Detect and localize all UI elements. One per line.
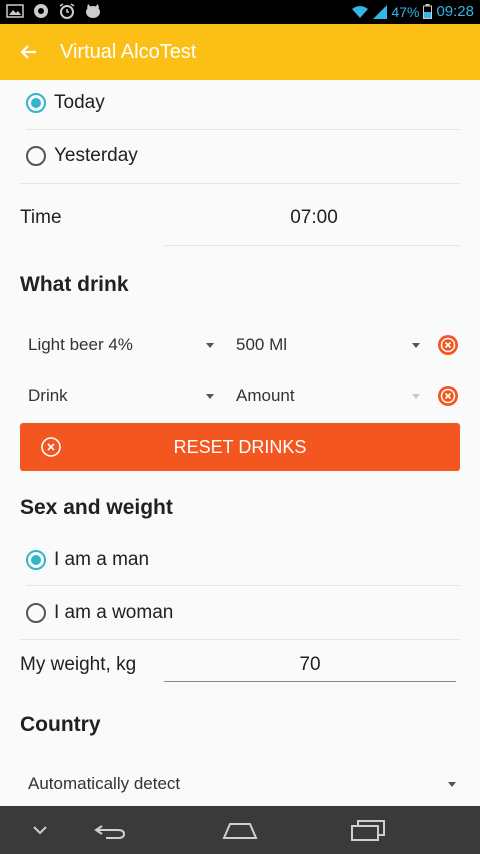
divider: [26, 129, 460, 130]
hide-keyboard-icon[interactable]: [22, 818, 58, 842]
radio-label: I am a woman: [54, 602, 174, 623]
app-bar: Virtual AlcoTest: [0, 24, 480, 80]
drink-type-value: Drink: [28, 386, 68, 405]
reset-drinks-label: RESET DRINKS: [173, 436, 307, 457]
form-content: Today Yesterday Time 07:00 What drink Li…: [0, 80, 480, 806]
country-spinner[interactable]: Automatically detect: [28, 772, 456, 796]
drink-type-value: Light beer 4%: [28, 335, 133, 354]
radio-button-unchecked[interactable]: [26, 146, 46, 166]
radio-today[interactable]: Today: [26, 88, 460, 118]
dropdown-caret-icon: [206, 342, 214, 348]
drink-type-spinner[interactable]: Light beer 4%: [28, 333, 214, 357]
dropdown-caret-icon: [412, 342, 420, 348]
app-title: Virtual AlcoTest: [60, 40, 197, 63]
drink-amount-spinner[interactable]: Amount: [236, 384, 420, 408]
drink-amount-value: Amount: [236, 386, 295, 405]
back-nav-icon[interactable]: [92, 818, 128, 842]
radio-button-unchecked[interactable]: [26, 603, 46, 623]
drink-amount-value: 500 Ml: [236, 335, 288, 354]
drink-amount-spinner[interactable]: 500 Ml: [236, 333, 420, 357]
country-value: Automatically detect: [28, 774, 181, 793]
dropdown-caret-icon: [412, 393, 420, 399]
radio-label: I am a man: [54, 549, 150, 570]
sex-weight-title: Sex and weight: [20, 496, 173, 519]
status-bar: 47% 09:28: [0, 0, 480, 24]
alarm-icon: [59, 3, 75, 19]
battery-percent: 47%: [391, 3, 420, 20]
weight-input[interactable]: 70: [164, 648, 456, 682]
dropdown-caret-icon: [206, 393, 214, 399]
recent-apps-icon[interactable]: [350, 818, 386, 842]
weight-label: My weight, kg: [20, 654, 137, 675]
radio-label: Today: [54, 92, 105, 113]
divider: [20, 183, 460, 184]
radio-button-checked[interactable]: [26, 93, 46, 113]
remove-drink-icon[interactable]: [436, 333, 460, 357]
back-button[interactable]: [0, 24, 56, 80]
reset-drinks-button[interactable]: RESET DRINKS: [20, 423, 460, 471]
image-notification-icon: [6, 4, 24, 18]
cat-notification-icon: [86, 4, 100, 18]
remove-drink-icon[interactable]: [436, 384, 460, 408]
reset-icon: [41, 437, 61, 457]
country-title: Country: [20, 713, 101, 736]
weight-value: 70: [299, 653, 321, 675]
navigation-bar: [0, 806, 480, 854]
drink-type-spinner[interactable]: Drink: [28, 384, 214, 408]
sync-notification-icon: [34, 4, 48, 18]
radio-label: Yesterday: [54, 145, 138, 166]
radio-yesterday[interactable]: Yesterday: [26, 141, 460, 171]
divider: [26, 585, 460, 586]
divider: [20, 639, 460, 640]
dropdown-caret-icon: [448, 781, 456, 787]
divider: [164, 245, 460, 246]
wifi-icon: [352, 5, 369, 18]
radio-button-checked[interactable]: [26, 550, 46, 570]
home-nav-icon[interactable]: [222, 818, 258, 842]
signal-icon: [373, 4, 388, 19]
what-drink-title: What drink: [20, 273, 129, 296]
radio-man[interactable]: I am a man: [26, 545, 460, 575]
radio-woman[interactable]: I am a woman: [26, 598, 460, 628]
time-label: Time: [20, 207, 62, 228]
battery-icon: [423, 4, 433, 19]
clock: 09:28: [436, 3, 474, 20]
arrow-back-icon: [20, 45, 36, 59]
time-picker[interactable]: 07:00: [164, 203, 464, 233]
time-value: 07:00: [290, 207, 338, 228]
